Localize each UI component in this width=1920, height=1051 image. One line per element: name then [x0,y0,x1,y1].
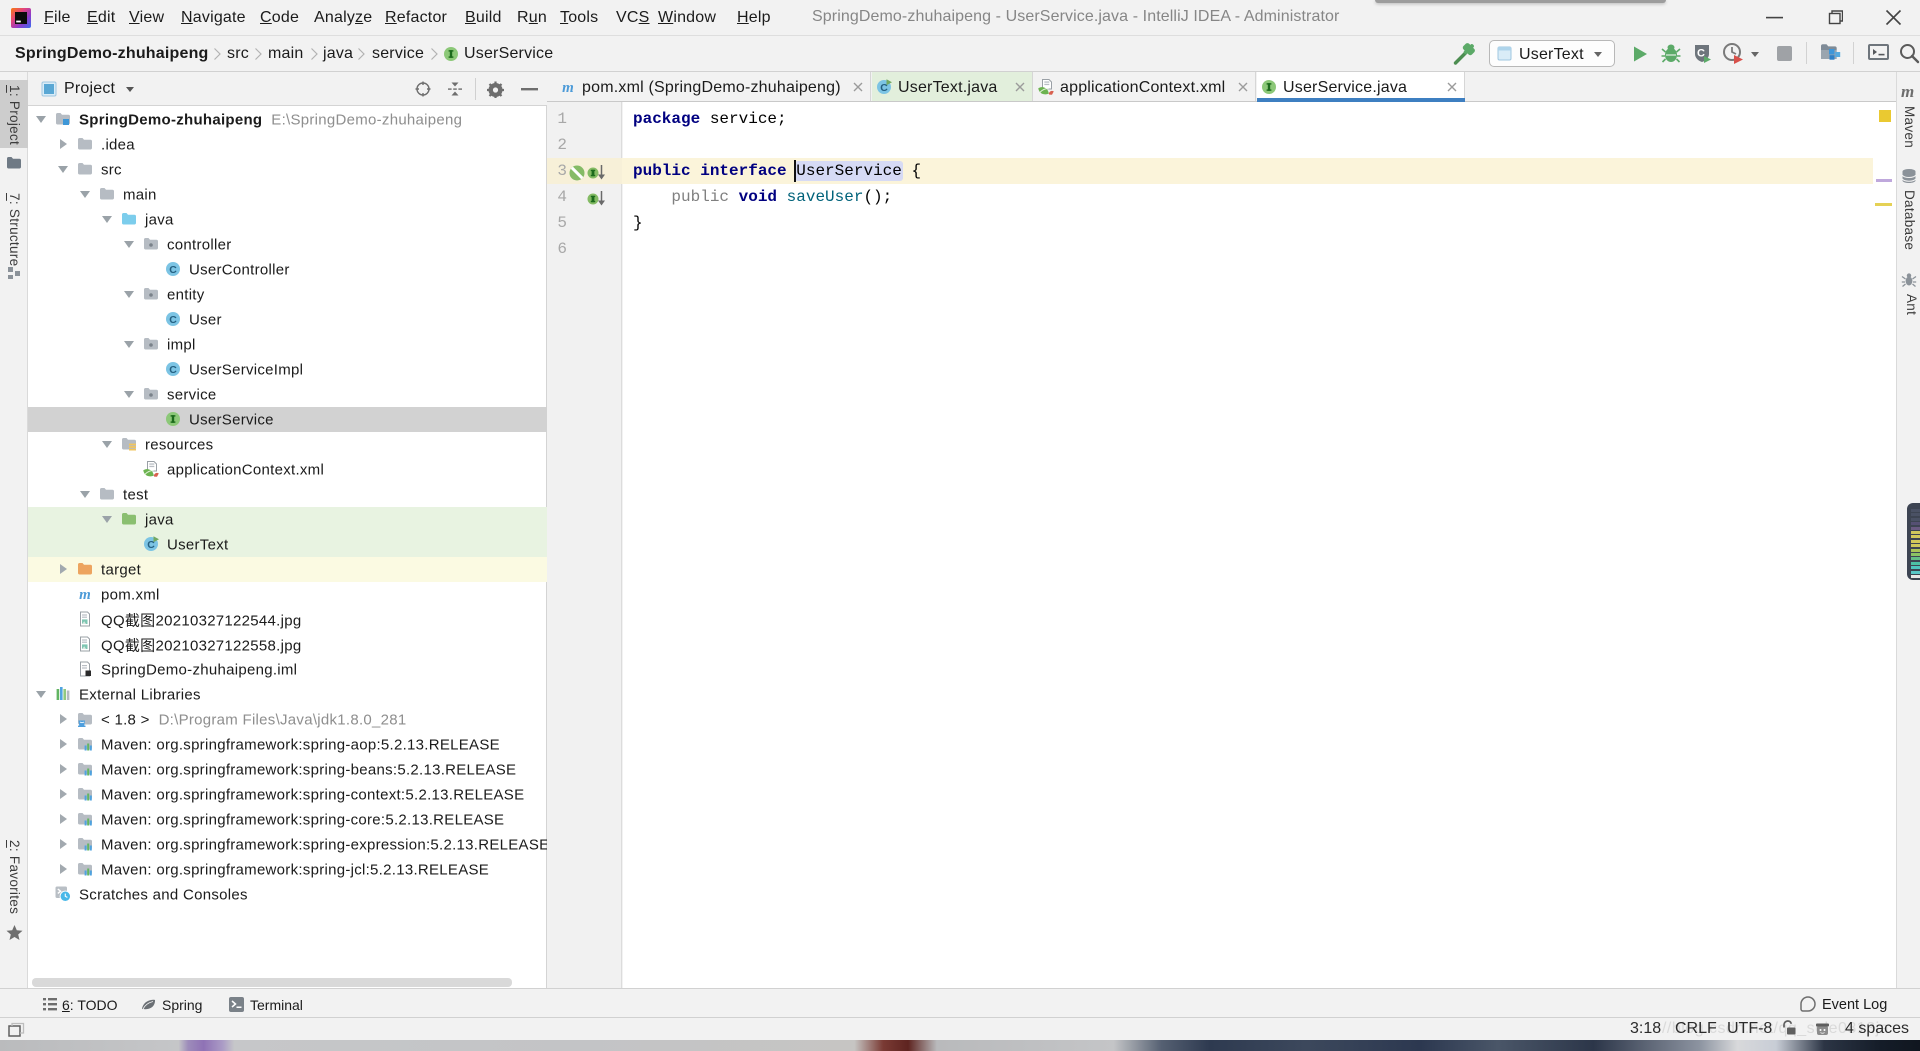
svg-text:m: m [79,587,91,602]
svg-text:m: m [562,80,574,95]
svg-text:C: C [169,314,177,326]
svg-text:C: C [169,264,177,276]
svg-text:C: C [1697,48,1705,60]
svg-text:C: C [169,364,177,376]
